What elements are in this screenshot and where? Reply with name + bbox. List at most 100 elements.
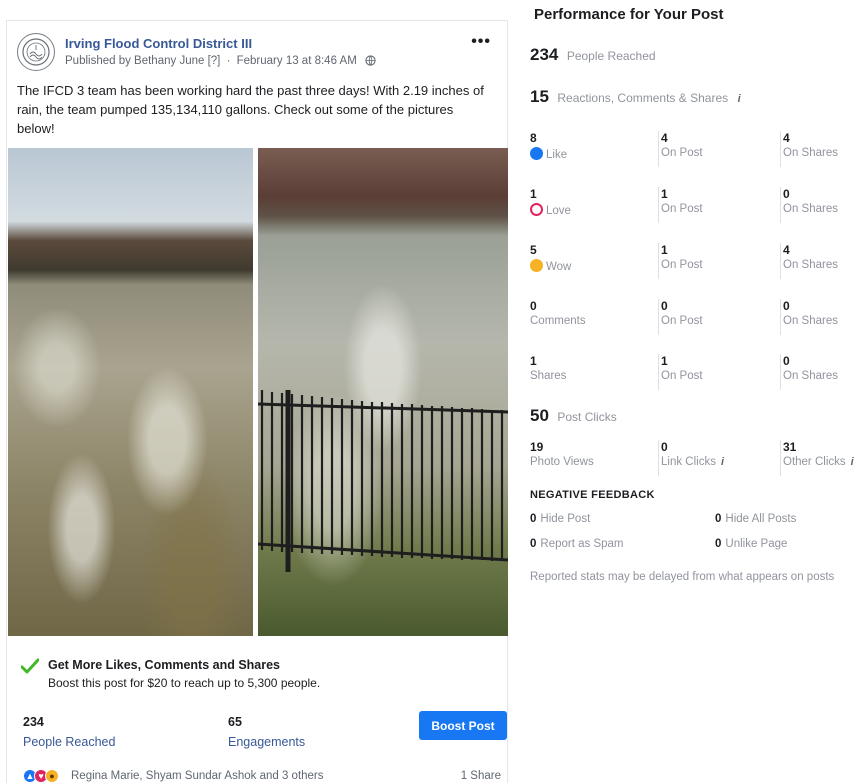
wow-icon: ● [45,769,59,783]
boost-title: Get More Likes, Comments and Shares [48,658,281,672]
wow-on-shares: 4 [783,243,790,257]
post-header: Irving Flood Control District III Publis… [17,33,497,73]
like-icon [530,147,543,160]
on-post-label: On Post [661,259,703,271]
page-name-link[interactable]: Irving Flood Control District III [65,36,252,51]
wow-icon [530,259,543,272]
love-on-shares: 0 [783,187,790,201]
post-footer: ▲ ♥ ● Regina Marie, Shyam Sundar Ashok a… [21,769,501,783]
shares-link[interactable]: 1 Share [461,770,501,782]
spam-value: 0 [530,538,537,550]
spam-stat: 0 Report as Spam [530,538,624,550]
love-total: 1 [530,187,537,201]
on-post-label: On Post [661,315,703,327]
people-reached-row: 234 People Reached [530,45,656,65]
wow-on-post: 1 [661,243,668,257]
spam-label: Report as Spam [540,538,624,550]
photo-grid [8,148,508,636]
published-by[interactable]: Published by Bethany June [?] [65,55,220,67]
on-post-label: On Post [661,147,703,159]
shares-on-post: 1 [661,354,668,368]
on-shares-label: On Shares [783,203,838,215]
boost-post-button[interactable]: Boost Post [419,711,507,740]
like-total: 8 [530,131,537,145]
reactions-total-row: 15 Reactions, Comments & Shares i [530,87,741,107]
on-shares-label: On Shares [783,147,838,159]
hide-post-value: 0 [530,513,537,525]
post-meta: Published by Bethany June [?] · February… [65,55,376,69]
more-options-icon[interactable]: ••• [471,33,491,51]
globe-icon [365,55,376,69]
like-on-shares: 4 [783,131,790,145]
unlike-value: 0 [715,538,722,550]
hide-all-label: Hide All Posts [725,513,797,525]
post-clicks-row: 50 Post Clicks [530,406,617,426]
engagements-value: 65 [228,715,242,729]
hide-post-label: Hide Post [540,513,591,525]
people-reached-value: 234 [530,45,559,64]
boost-subtitle: Boost this post for $20 to reach up to 5… [48,676,321,690]
performance-title: Performance for Your Post [534,6,724,23]
wow-total: 5 [530,243,537,257]
reached-value: 234 [23,715,44,729]
reaction-icons[interactable]: ▲ ♥ ● [23,769,59,783]
info-icon[interactable]: i [721,456,724,468]
comments-label: Comments [530,315,586,327]
shares-row: 1 Shares 1 On Post 0 On Shares [530,354,859,390]
post-text: The IFCD 3 team has been working hard th… [17,83,484,136]
wow-label: Wow [546,261,572,273]
on-post-label: On Post [661,370,703,382]
like-row: 8 Like 4 On Post 4 On Shares [530,131,859,167]
unlike-stat: 0 Unlike Page [715,538,787,550]
post-clicks-label: Post Clicks [557,410,617,424]
post-card: Irving Flood Control District III Publis… [6,20,508,783]
comments-total: 0 [530,299,537,313]
info-icon[interactable]: i [738,93,741,105]
on-shares-label: On Shares [783,370,838,382]
love-label: Love [546,205,571,217]
shares-on-shares: 0 [783,354,790,368]
post-stats: 234 People Reached 65 Engagements Boost … [21,711,507,755]
flood-photo-right[interactable] [258,148,508,636]
love-row: 1 Love 1 On Post 0 On Shares [530,187,859,223]
wow-row: 5 Wow 1 On Post 4 On Shares [530,243,859,279]
comments-on-shares: 0 [783,299,790,313]
engagements-label[interactable]: Engagements [228,735,305,749]
hide-all-stat: 0 Hide All Posts [715,513,796,525]
stats-delay-note: Reported stats may be delayed from what … [530,571,835,583]
other-clicks-value: 31 [783,440,797,454]
photo-views-label: Photo Views [530,456,594,468]
info-icon[interactable]: i [851,456,854,468]
shares-total: 1 [530,354,537,368]
people-reached-label: People Reached [566,49,656,63]
performance-panel: Performance for Your Post 234 People Rea… [518,0,859,783]
shares-label: Shares [530,370,567,382]
flood-photo-left[interactable] [8,148,253,636]
comments-on-post: 0 [661,299,668,313]
district-seal-icon[interactable] [17,33,55,71]
like-label: Like [546,149,568,161]
link-clicks-value: 0 [661,440,668,454]
reactors-link[interactable]: Regina Marie, Shyam Sundar Ashok and 3 o… [71,770,324,782]
on-shares-label: On Shares [783,259,838,271]
like-on-post: 4 [661,131,668,145]
check-icon [20,658,40,679]
post-clicks-value: 50 [530,406,549,425]
reached-label[interactable]: People Reached [23,735,115,749]
link-clicks-label: Link Clicks [661,456,716,468]
reactions-total-label: Reactions, Comments & Shares [557,91,729,105]
clicks-row: 19 Photo Views 0 Link Clicks i 31 Other Clic… [530,440,859,476]
hide-post-stat: 0 Hide Post [530,513,590,525]
love-icon [530,203,543,216]
negative-feedback-title: NEGATIVE FEEDBACK [530,489,655,501]
post-date[interactable]: February 13 at 8:46 AM [237,55,357,67]
reactions-total-value: 15 [530,87,549,106]
comments-row: 0 Comments 0 On Post 0 On Shares [530,299,859,335]
unlike-label: Unlike Page [725,538,788,550]
photo-views-value: 19 [530,440,544,454]
on-shares-label: On Shares [783,315,838,327]
love-on-post: 1 [661,187,668,201]
fence-graphic [258,390,508,572]
hide-all-value: 0 [715,513,722,525]
other-clicks-label: Other Clicks [783,456,846,468]
